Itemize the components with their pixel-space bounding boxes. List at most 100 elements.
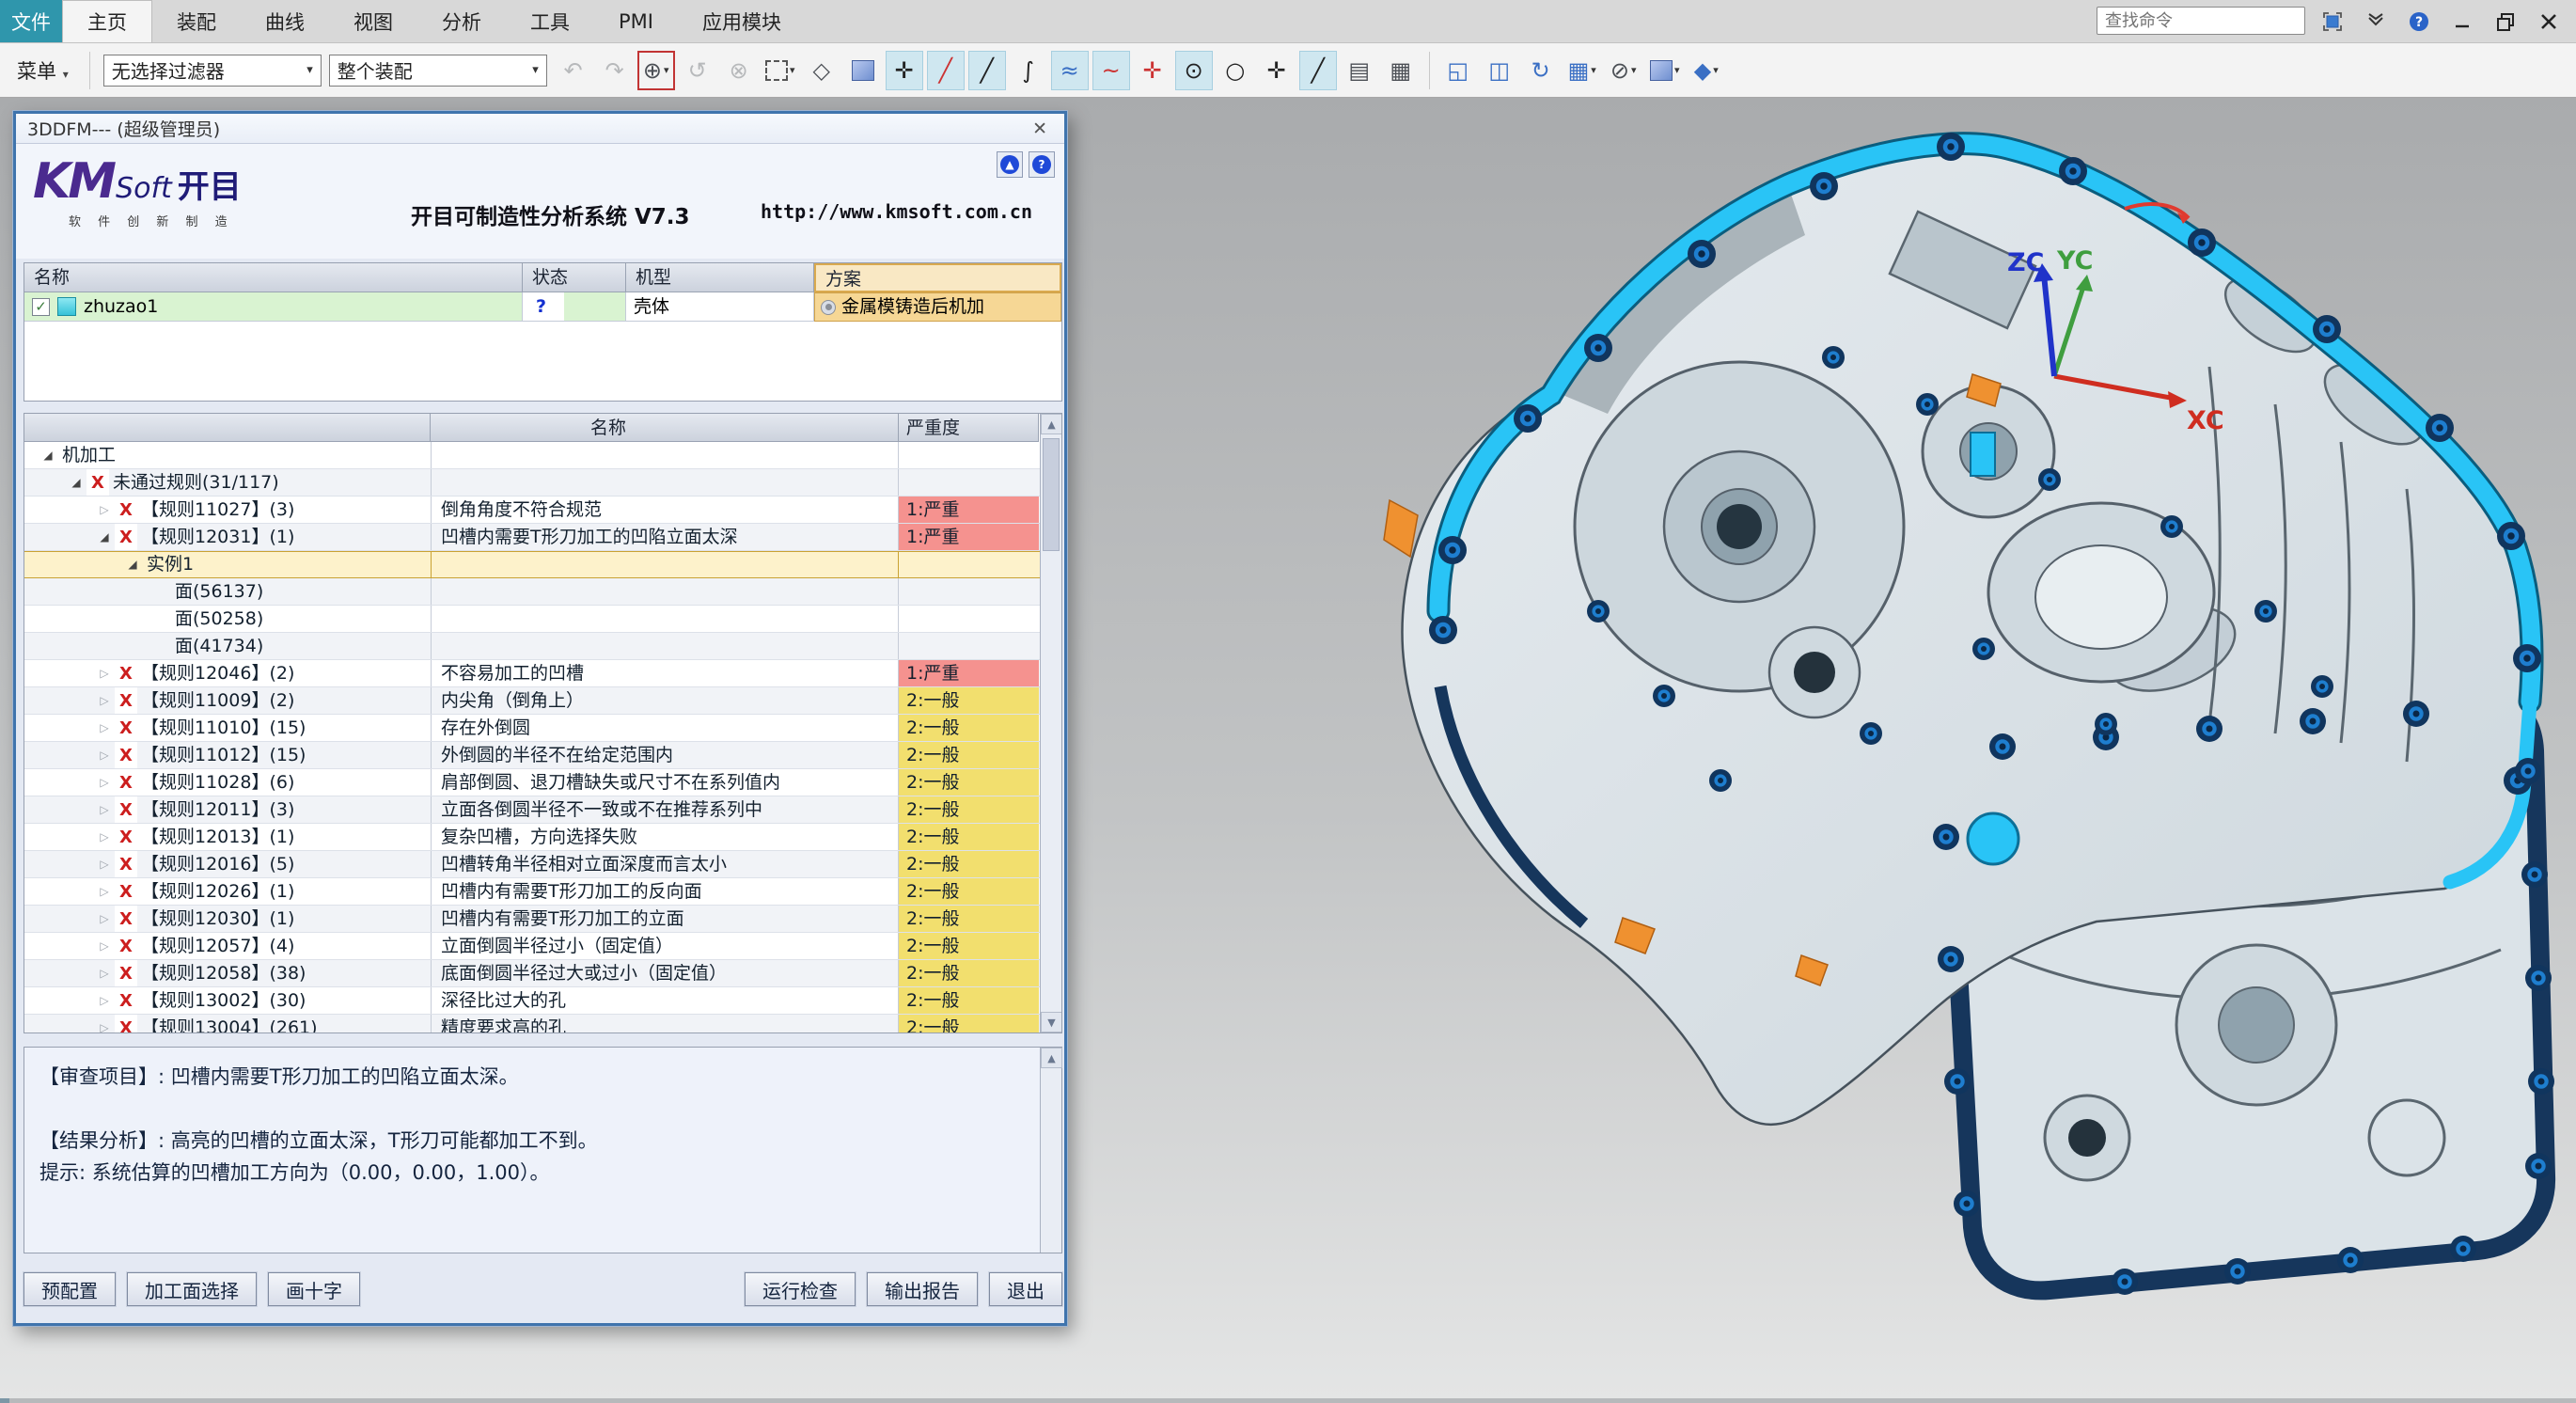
tree-expander-icon[interactable]: ▷ [94, 906, 115, 932]
help-button[interactable]: ? [1029, 151, 1055, 178]
dialog-title-bar[interactable]: 3DDFM--- (超级管理员) ✕ [16, 114, 1064, 144]
command-search[interactable] [2097, 7, 2305, 35]
resize-nub[interactable] [0, 1398, 9, 1403]
tree-expander-icon[interactable]: ▷ [94, 824, 115, 850]
part-checkbox[interactable]: ✓ [32, 298, 50, 316]
col-rule-name[interactable]: 名称 [431, 414, 899, 442]
col-status[interactable]: 状态 [523, 263, 626, 292]
datum-csys-icon[interactable]: ◇ [803, 51, 840, 90]
rule-row[interactable]: ▷X【规则12046】(2)不容易加工的凹槽1:严重 [24, 660, 1061, 687]
rule-row[interactable]: 面(41734) [24, 633, 1061, 660]
rule-row[interactable]: 面(50258) [24, 606, 1061, 633]
detail-scrollbar[interactable]: ▲ [1040, 1048, 1061, 1253]
point-icon[interactable]: ✛ [1258, 51, 1296, 90]
tree-expander-icon[interactable]: ▷ [94, 1015, 115, 1033]
tab-工具[interactable]: 工具 [506, 0, 594, 42]
pan-icon[interactable]: ◫ [1481, 51, 1518, 90]
tree-expander-icon[interactable]: ▷ [94, 742, 115, 768]
tab-视图[interactable]: 视图 [329, 0, 417, 42]
chevron-down-icon[interactable] [2364, 9, 2388, 34]
expand-icon[interactable] [2320, 9, 2345, 34]
grid-plane-icon[interactable]: ▦ [1382, 51, 1420, 90]
extrude-cube-icon[interactable] [844, 51, 882, 90]
rule-row[interactable]: ▷X【规则13004】(261)精度要求高的孔2:一般 [24, 1015, 1061, 1033]
selection-scope-combo[interactable]: 整个装配▾ [329, 55, 547, 87]
fillet-curve-icon[interactable]: ∫ [1010, 51, 1047, 90]
col-plan[interactable]: 方案 [814, 263, 1061, 292]
tab-装配[interactable]: 装配 [152, 0, 241, 42]
profile-line-icon[interactable]: ╱ [1299, 51, 1337, 90]
rule-row[interactable]: ▷X【规则12026】(1)凹槽内有需要T形刀加工的反向面2:一般 [24, 878, 1061, 906]
rule-row[interactable]: ▷X【规则11012】(15)外倒圆的半径不在给定范围内2:一般 [24, 742, 1061, 769]
tree-expander-icon[interactable]: ▷ [94, 878, 115, 905]
tree-expander-icon[interactable]: ◢ [66, 469, 86, 496]
3d-model[interactable]: ZC YC XC [1156, 122, 2567, 1373]
rule-row[interactable]: ▷X【规则11009】(2)内尖角（倒角上）2:一般 [24, 687, 1061, 715]
dialog-close-icon[interactable]: ✕ [1027, 118, 1053, 139]
tab-曲线[interactable]: 曲线 [241, 0, 329, 42]
rule-row[interactable]: ◢机加工 [24, 442, 1061, 469]
menu-button[interactable]: 菜单 ▾ [9, 56, 76, 85]
section-icon[interactable]: ⊘▾ [1605, 51, 1642, 90]
part-plan[interactable]: 金属模铸造后机加 [841, 292, 984, 322]
scroll-up-icon[interactable]: ▲ [1041, 414, 1062, 434]
tree-expander-icon[interactable]: ▷ [94, 497, 115, 523]
tree-expander-icon[interactable]: ▷ [94, 715, 115, 741]
button-退出[interactable]: 退出 [989, 1272, 1062, 1306]
layout-icon[interactable]: ▦▾ [1563, 51, 1601, 90]
help-icon[interactable]: ? [2407, 9, 2431, 34]
search-input[interactable] [2103, 10, 2318, 32]
tree-expander-icon[interactable]: ▷ [94, 960, 115, 986]
tab-PMI[interactable]: PMI [594, 0, 678, 42]
col-name[interactable]: 名称 [24, 263, 523, 292]
tree-expander-icon[interactable]: ◢ [38, 442, 58, 468]
rule-row[interactable]: ▷X【规则12030】(1)凹槽内有需要T形刀加工的立面2:一般 [24, 906, 1061, 933]
point-dialog-icon[interactable]: ✛ [886, 51, 923, 90]
scroll-up-icon[interactable]: ▲ [1041, 1048, 1062, 1068]
rule-row[interactable]: ▷X【规则12016】(5)凹槽转角半径相对立面深度而言太小2:一般 [24, 851, 1061, 878]
minimize-icon[interactable] [2450, 9, 2474, 34]
tree-expander-icon[interactable]: ◢ [94, 524, 115, 550]
part-machine-type[interactable]: 壳体 [626, 292, 814, 322]
snap-point-icon[interactable]: ⊕▾ [637, 51, 675, 90]
button-运行检查[interactable]: 运行检查 [745, 1272, 856, 1306]
rotate-view-icon[interactable]: ↻ [1522, 51, 1560, 90]
tree-expander-icon[interactable]: ▷ [94, 796, 115, 823]
line-icon[interactable]: ╱ [927, 51, 965, 90]
button-加工面选择[interactable]: 加工面选择 [127, 1272, 257, 1306]
scroll-thumb[interactable] [1043, 438, 1060, 551]
col-severity[interactable]: 严重度 [899, 414, 1039, 442]
circle-center-icon[interactable]: ⊙ [1175, 51, 1213, 90]
user-button[interactable]: ▲ [997, 151, 1023, 178]
tab-file[interactable]: 文件 [0, 0, 62, 42]
datum-axis-icon[interactable]: ✛ [1134, 51, 1171, 90]
scroll-down-icon[interactable]: ▼ [1041, 1012, 1062, 1033]
part-row[interactable]: ✓ zhuzao1 ? 壳体 金属模铸造后机加 [24, 292, 1061, 322]
rule-row[interactable]: ◢X【规则12031】(1)凹槽内需要T形刀加工的凹陷立面太深1:严重 [24, 524, 1061, 551]
fit-curve-icon[interactable]: ~ [1092, 51, 1130, 90]
tab-主页[interactable]: 主页 [62, 0, 152, 42]
tree-expander-icon[interactable]: ▷ [94, 851, 115, 877]
rule-row[interactable]: ▷X【规则13002】(30)深径比过大的孔2:一般 [24, 987, 1061, 1015]
rule-row[interactable]: ▷X【规则12013】(1)复杂凹槽，方向选择失败2:一般 [24, 824, 1061, 851]
tree-expander-icon[interactable]: ▷ [94, 987, 115, 1014]
restore-icon[interactable] [2493, 9, 2518, 34]
arc-icon[interactable]: ╱ [968, 51, 1006, 90]
rules-scrollbar[interactable]: ▲ ▼ [1040, 414, 1061, 1033]
marquee-select-icon[interactable]: ▾ [762, 51, 799, 90]
circle-points-icon[interactable]: ○ [1217, 51, 1254, 90]
button-预配置[interactable]: 预配置 [24, 1272, 116, 1306]
rule-row[interactable]: ◢X未通过规则(31/117) [24, 469, 1061, 497]
sheet-icon[interactable]: ▤ [1341, 51, 1378, 90]
shaded-view-icon[interactable]: ▾ [1646, 51, 1684, 90]
col-machine[interactable]: 机型 [626, 263, 814, 292]
rule-row[interactable]: ▷X【规则11027】(3)倒角角度不符合规范1:严重 [24, 497, 1061, 524]
zoom-window-icon[interactable]: ◱ [1439, 51, 1477, 90]
rule-row[interactable]: ▷X【规则12011】(3)立面各倒圆半径不一致或不在推荐系列中2:一般 [24, 796, 1061, 824]
tree-expander-icon[interactable]: ▷ [94, 769, 115, 796]
studio-spline-icon[interactable]: ≈ [1051, 51, 1089, 90]
tree-expander-icon[interactable]: ▷ [94, 933, 115, 959]
rule-row[interactable]: ▷X【规则12058】(38)底面倒圆半径过大或过小（固定值）2:一般 [24, 960, 1061, 987]
tab-应用模块[interactable]: 应用模块 [678, 0, 806, 42]
rule-row[interactable]: ▷X【规则11028】(6)肩部倒圆、退刀槽缺失或尺寸不在系列值内2:一般 [24, 769, 1061, 796]
